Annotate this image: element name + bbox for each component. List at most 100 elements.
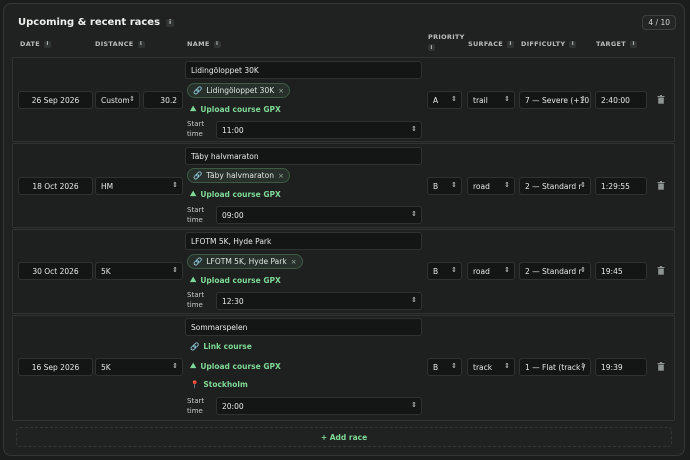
chevron-updown-icon: ⇕ — [504, 362, 510, 370]
column-header-difficulty: DIFFICULTY i — [521, 40, 577, 48]
close-icon[interactable]: × — [278, 172, 284, 180]
chevron-updown-icon: ⇕ — [172, 362, 178, 370]
chevron-updown-icon: ⇕ — [580, 181, 586, 189]
close-icon[interactable]: × — [278, 87, 284, 95]
surface-select[interactable]: track ⇕ — [467, 358, 515, 376]
race-count-badge: 4 / 10 — [642, 15, 676, 30]
upload-gpx-link[interactable]: ⛰ Upload course GPX — [190, 275, 281, 285]
distance-select[interactable]: Custom ⇕ — [95, 91, 140, 109]
start-time-label: Start time — [187, 291, 205, 309]
column-header-surface: SURFACE i — [468, 40, 514, 48]
race-name-input[interactable]: Täby halvmaraton — [185, 147, 422, 165]
date-input[interactable]: 18 Oct 2026 — [18, 177, 93, 195]
race-name-input[interactable]: Lidingöloppet 30K — [185, 61, 422, 79]
chevron-updown-icon: ⇕ — [411, 296, 417, 304]
info-icon[interactable]: i — [44, 40, 51, 48]
priority-select[interactable]: B ⇕ — [427, 177, 462, 195]
column-header-date: DATE i — [20, 40, 51, 48]
start-time-label: Start time — [187, 206, 205, 224]
chevron-updown-icon: ⇕ — [411, 401, 417, 409]
date-input[interactable]: 26 Sep 2026 — [18, 91, 93, 109]
chevron-updown-icon: ⇕ — [411, 125, 417, 133]
linked-course-chip[interactable]: 🔗 Täby halvmaraton × — [187, 168, 290, 183]
difficulty-select[interactable]: 2 — Standard r ⇕ — [519, 177, 591, 195]
mountain-icon: ⛰ — [190, 275, 197, 284]
surface-select[interactable]: road ⇕ — [467, 177, 515, 195]
start-time-select[interactable]: 20:00 ⇕ — [216, 397, 422, 415]
distance-select[interactable]: 5K ⇕ — [95, 358, 183, 376]
info-icon[interactable]: i — [166, 18, 175, 27]
location-pin-icon: 📍 — [190, 380, 200, 389]
info-icon[interactable]: i — [569, 40, 577, 48]
start-time-select[interactable]: 11:00 ⇕ — [216, 121, 422, 139]
trash-icon[interactable] — [657, 266, 665, 275]
distance-km-input[interactable]: 30.2 — [143, 91, 183, 109]
date-input[interactable]: 16 Sep 2026 — [18, 358, 93, 376]
upload-gpx-link[interactable]: ⛰ Upload course GPX — [190, 189, 281, 199]
chevron-updown-icon: ⇕ — [172, 181, 178, 189]
linked-course-chip[interactable]: 🔗 LFOTM 5K, Hyde Park × — [187, 254, 303, 269]
info-icon[interactable]: i — [629, 40, 637, 48]
race-name-input[interactable]: Sommarspelen — [185, 318, 422, 336]
start-time-select[interactable]: 12:30 ⇕ — [216, 292, 422, 310]
chevron-updown-icon: ⇕ — [580, 95, 586, 103]
linked-course-chip[interactable]: 🔗 Lidingöloppet 30K × — [187, 83, 291, 98]
column-header-name: NAME i — [187, 40, 221, 48]
close-icon[interactable]: × — [291, 258, 297, 266]
upload-gpx-link[interactable]: ⛰ Upload course GPX — [190, 104, 281, 114]
distance-select[interactable]: 5K ⇕ — [95, 262, 183, 280]
mountain-icon: ⛰ — [190, 189, 197, 198]
mountain-icon: ⛰ — [190, 361, 197, 370]
chevron-updown-icon: ⇕ — [451, 266, 457, 274]
start-time-label: Start time — [187, 120, 205, 138]
column-header-distance: DISTANCE i — [95, 40, 145, 48]
add-race-button[interactable]: + Add race — [16, 427, 672, 447]
difficulty-select[interactable]: 1 — Flat (track / ⇕ — [519, 358, 591, 376]
target-time-input[interactable]: 1:29:55 — [595, 177, 647, 195]
difficulty-select[interactable]: 7 — Severe (+10 ⇕ — [519, 91, 591, 109]
surface-select[interactable]: trail ⇕ — [467, 91, 515, 109]
link-icon: 🔗 — [190, 342, 200, 351]
trash-icon[interactable] — [657, 95, 665, 104]
surface-select[interactable]: road ⇕ — [467, 262, 515, 280]
upload-gpx-link[interactable]: ⛰ Upload course GPX — [190, 361, 281, 371]
link-icon: 🔗 — [193, 257, 203, 266]
chevron-updown-icon: ⇕ — [580, 266, 586, 274]
chevron-updown-icon: ⇕ — [451, 95, 457, 103]
trash-icon[interactable] — [657, 181, 665, 190]
location-link[interactable]: 📍 Stockholm — [190, 380, 248, 389]
info-icon[interactable]: i — [428, 44, 435, 51]
chevron-updown-icon: ⇕ — [580, 362, 586, 370]
column-header-priority: PRIORITY i — [428, 33, 465, 51]
link-course-button[interactable]: 🔗 Link course — [190, 342, 252, 351]
start-time-label: Start time — [187, 397, 205, 415]
priority-select[interactable]: B ⇕ — [427, 358, 462, 376]
info-icon[interactable]: i — [507, 40, 514, 48]
info-icon[interactable]: i — [137, 40, 145, 48]
date-input[interactable]: 30 Oct 2026 — [18, 262, 93, 280]
target-time-input[interactable]: 19:45 — [595, 262, 647, 280]
chevron-updown-icon: ⇕ — [451, 362, 457, 370]
chevron-updown-icon: ⇕ — [504, 181, 510, 189]
info-icon[interactable]: i — [213, 40, 221, 48]
chevron-updown-icon: ⇕ — [129, 95, 135, 103]
start-time-select[interactable]: 09:00 ⇕ — [216, 206, 422, 224]
priority-select[interactable]: B ⇕ — [427, 262, 462, 280]
panel-title: Upcoming & recent races i — [18, 17, 175, 28]
chevron-updown-icon: ⇕ — [172, 266, 178, 274]
target-time-input[interactable]: 19:39 — [595, 358, 647, 376]
column-header-target: TARGET i — [596, 40, 637, 48]
chevron-updown-icon: ⇕ — [451, 181, 457, 189]
distance-select[interactable]: HM ⇕ — [95, 177, 183, 195]
mountain-icon: ⛰ — [190, 104, 197, 113]
chevron-updown-icon: ⇕ — [504, 95, 510, 103]
chevron-updown-icon: ⇕ — [504, 266, 510, 274]
difficulty-select[interactable]: 2 — Standard r ⇕ — [519, 262, 591, 280]
trash-icon[interactable] — [657, 362, 665, 371]
priority-select[interactable]: A ⇕ — [427, 91, 462, 109]
race-name-input[interactable]: LFOTM 5K, Hyde Park — [185, 232, 422, 250]
target-time-input[interactable]: 2:40:00 — [595, 91, 647, 109]
link-icon: 🔗 — [193, 171, 203, 180]
chevron-updown-icon: ⇕ — [411, 210, 417, 218]
link-icon: 🔗 — [193, 86, 203, 95]
